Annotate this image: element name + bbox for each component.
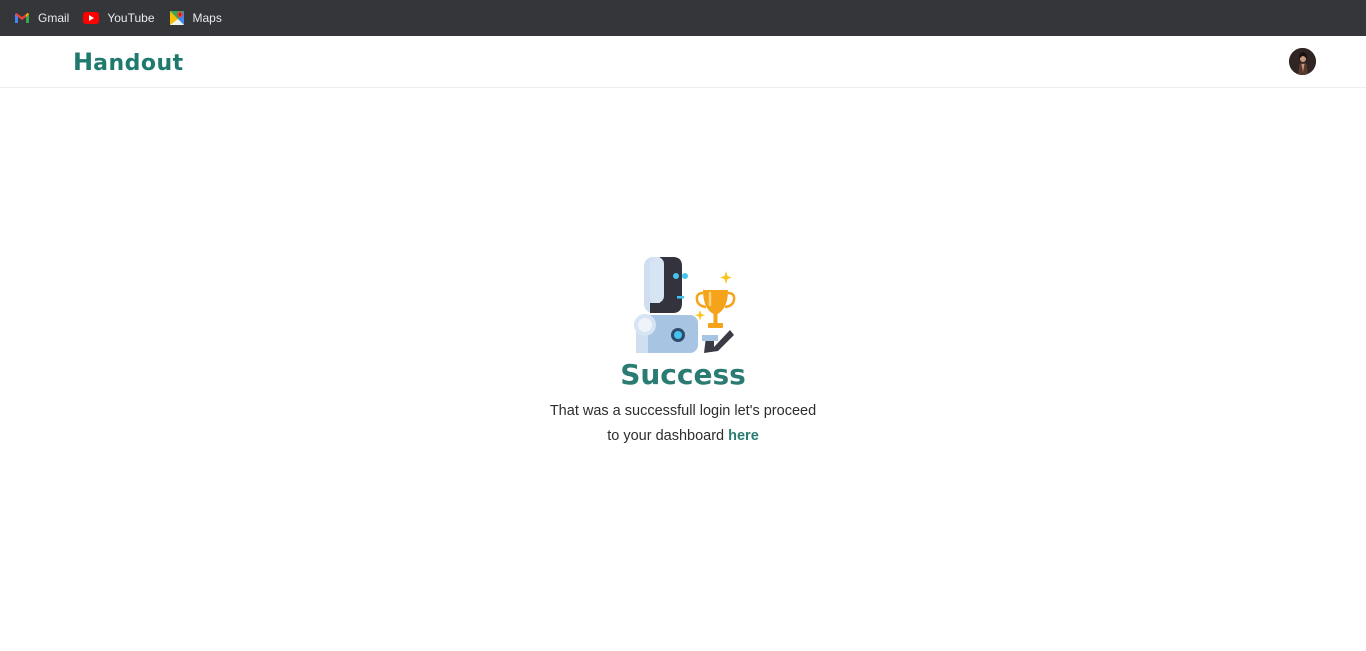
bookmark-maps[interactable]: Maps: [163, 4, 228, 32]
message-line-1: That was a successfull login let's proce…: [549, 403, 817, 419]
message-line-2-text: to your dashboard: [607, 428, 729, 444]
message-line-2: to your dashboard here: [0, 424, 1366, 449]
success-title: Success: [620, 358, 746, 391]
top-navbar: Handout: [0, 36, 1366, 88]
bookmark-label: YouTube: [107, 11, 155, 25]
handout-logo[interactable]: Handout: [73, 48, 184, 76]
logo-initial: H: [73, 48, 94, 76]
robot-trophy-icon: [630, 255, 736, 355]
dashboard-link[interactable]: here: [728, 428, 759, 444]
gmail-icon: [14, 10, 30, 26]
bookmark-label: Maps: [192, 11, 222, 25]
bookmark-gmail[interactable]: Gmail: [8, 4, 75, 32]
youtube-icon: [83, 10, 100, 26]
success-panel: Success That was a successfull login let…: [0, 88, 1366, 651]
success-message: That was a successfull login let's proce…: [0, 399, 1366, 449]
user-avatar[interactable]: [1289, 48, 1316, 75]
bookmark-label: Gmail: [38, 11, 70, 25]
maps-icon: [169, 10, 185, 26]
bookmark-youtube[interactable]: YouTube: [77, 4, 160, 32]
bookmarks-bar: Gmail YouTube Maps: [0, 0, 1366, 36]
logo-text: andout: [93, 51, 184, 76]
